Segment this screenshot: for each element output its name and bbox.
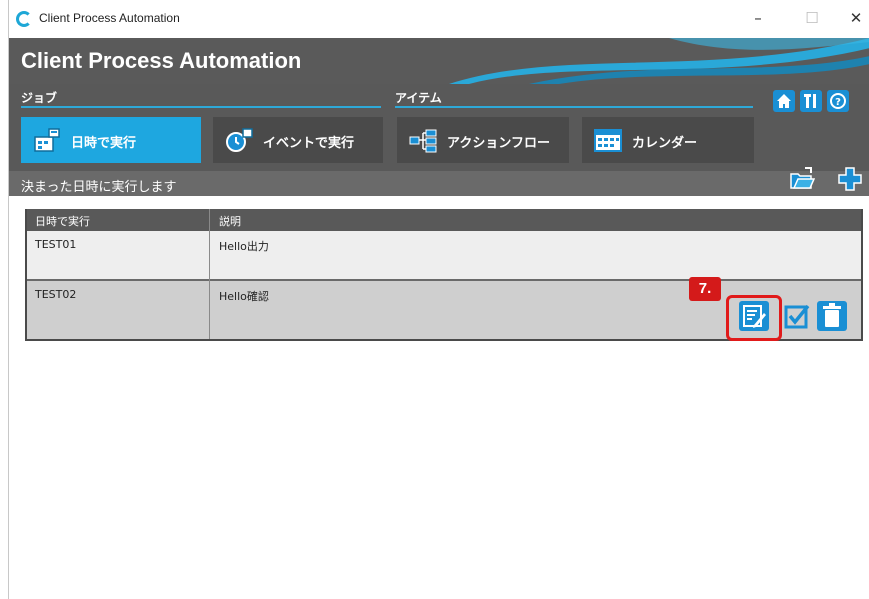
app-logo-icon [16, 11, 32, 27]
help-icon[interactable]: ? [827, 90, 849, 112]
minimize-button[interactable]: – [743, 6, 773, 30]
cell-description: Hello確認 [219, 290, 269, 303]
column-header-description: 説明 [219, 215, 241, 228]
open-folder-icon[interactable] [789, 166, 815, 192]
cell-description: Hello出力 [219, 240, 269, 253]
tab-label: イベントで実行 [263, 136, 355, 151]
callout-number: 7. [689, 277, 721, 301]
table-header: 日時で実行 説明 [27, 209, 861, 231]
table-row[interactable]: TEST01 Hello出力 [27, 231, 861, 281]
tab-calendar[interactable]: カレンダー [582, 117, 754, 163]
event-clock-icon [226, 128, 253, 152]
check-icon[interactable] [782, 301, 812, 331]
column-header-name: 日時で実行 [35, 215, 90, 228]
callout-highlight [726, 295, 782, 341]
app-window: Client Process Automation – ☐ ✕ Client P… [8, 0, 869, 599]
banner-swoosh-icon [449, 38, 869, 84]
cell-name: TEST01 [35, 238, 77, 251]
section-divider-item [395, 106, 753, 108]
status-text: 決まった日時に実行します [21, 180, 177, 195]
tab-action-flow[interactable]: アクションフロー [397, 117, 569, 163]
cell-name: TEST02 [35, 288, 77, 301]
close-button[interactable]: ✕ [841, 6, 869, 30]
tools-icon[interactable] [800, 90, 822, 112]
section-row: ジョブ アイテム [9, 84, 869, 108]
svg-text:?: ? [835, 97, 841, 108]
tab-label: 日時で実行 [71, 136, 137, 151]
add-icon[interactable] [837, 166, 863, 192]
app-header: Client Process Automation ジョブ アイテム ? 日時で… [9, 38, 869, 196]
tab-label: カレンダー [632, 136, 698, 151]
section-label-job: ジョブ [21, 91, 58, 105]
banner-title: Client Process Automation [21, 48, 302, 73]
section-divider-job [21, 106, 381, 108]
tab-label: アクションフロー [447, 136, 550, 151]
delete-icon[interactable] [817, 301, 847, 331]
window-title: Client Process Automation [39, 11, 180, 25]
title-bar: Client Process Automation – ☐ ✕ [9, 0, 869, 38]
flow-icon [409, 129, 437, 153]
status-bar: 決まった日時に実行します [9, 171, 869, 196]
tab-schedule[interactable]: 日時で実行 [21, 117, 201, 163]
tab-event[interactable]: イベントで実行 [213, 117, 383, 163]
banner: Client Process Automation [9, 38, 869, 84]
calendar-grid-icon [34, 128, 60, 152]
home-icon[interactable] [773, 90, 795, 112]
maximize-button[interactable]: ☐ [797, 6, 827, 30]
column-divider [209, 209, 210, 339]
calendar-icon [594, 129, 622, 152]
section-label-item: アイテム [395, 91, 442, 105]
